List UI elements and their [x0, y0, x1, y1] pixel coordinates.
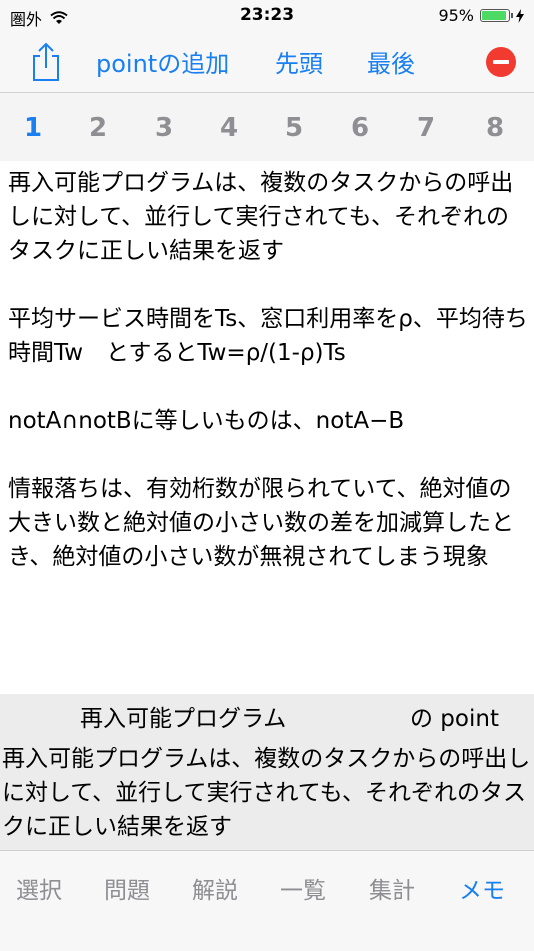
battery-fill [482, 11, 506, 20]
add-point-button[interactable]: pointの追加 [96, 44, 229, 79]
nav-select[interactable]: 選択 [16, 871, 62, 905]
tab-6[interactable]: 6 [340, 113, 380, 143]
battery-percent: 95% [438, 6, 474, 25]
tab-4[interactable]: 4 [209, 113, 249, 143]
point-title: 再入可能プログラム [80, 706, 287, 732]
last-button[interactable]: 最後 [367, 44, 415, 79]
status-bar: 圏外 23:23 95% [0, 0, 534, 30]
battery-icon [480, 9, 513, 22]
toolbar: pointの追加 先頭 最後 [0, 30, 534, 93]
tab-3[interactable]: 3 [144, 113, 184, 143]
share-icon[interactable] [30, 42, 62, 82]
bottom-nav: 選択 問題 解説 一覧 集計 メモ [0, 850, 534, 951]
nav-questions[interactable]: 問題 [104, 871, 150, 905]
point-suffix: の point [410, 706, 499, 732]
tab-2[interactable]: 2 [78, 113, 118, 143]
memo-content[interactable]: 再入可能プログラムは、複数のタスクからの呼出しに対して、並行して実行されても、そ… [8, 166, 528, 608]
nav-summary[interactable]: 集計 [369, 871, 415, 905]
point-header: 再入可能プログラム の point [0, 694, 534, 734]
memo-paragraph: notA∩notBに等しいものは、notA−B [8, 408, 405, 434]
tab-5[interactable]: 5 [274, 113, 314, 143]
status-right: 95% [438, 6, 524, 25]
nav-list[interactable]: 一覧 [280, 871, 326, 905]
point-body: 再入可能プログラムは、複数のタスクからの呼出しに対して、並行して実行されても、そ… [0, 734, 534, 850]
memo-paragraph: 再入可能プログラムは、複数のタスクからの呼出しに対して、並行して実行されても、そ… [8, 170, 514, 264]
nav-memo[interactable]: メモ [459, 871, 505, 905]
tab-1[interactable]: 1 [13, 113, 53, 143]
tab-7[interactable]: 7 [406, 113, 446, 143]
charging-icon [516, 8, 524, 23]
nav-explanation[interactable]: 解説 [192, 871, 238, 905]
point-text: 再入可能プログラムは、複数のタスクからの呼出しに対して、並行して実行されても、そ… [2, 746, 531, 840]
page-tabs: 1 2 3 4 5 6 7 8 [0, 93, 534, 161]
memo-paragraph: 情報落ちは、有効桁数が限られていて、絶対値の大きい数と絶対値の小さい数の差を加減… [8, 476, 514, 570]
tab-8[interactable]: 8 [475, 113, 515, 143]
memo-paragraph: 平均サービス時間をTs、窓口利用率をρ、平均待ち時間Tw とするとTw=ρ/(1… [8, 306, 528, 366]
delete-button[interactable] [486, 47, 516, 77]
first-button[interactable]: 先頭 [275, 44, 323, 79]
